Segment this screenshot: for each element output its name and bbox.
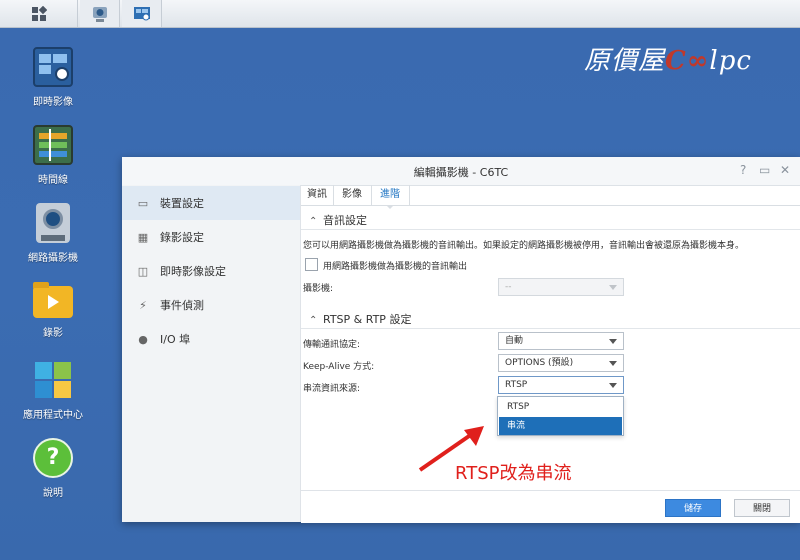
tab-bar: 資訊 影像 進階 — [301, 185, 800, 209]
live-view-icon — [33, 47, 73, 87]
ip-camera-icon — [92, 6, 107, 22]
window-titlebar[interactable]: 編輯攝影機 - C6TC ? ▭ ✕ — [122, 157, 800, 186]
audio-output-checkbox-label: 用網路攝影機做為攝影機的音訊輸出 — [323, 262, 468, 272]
audio-output-checkbox[interactable] — [305, 258, 318, 271]
sidebar-item-label: 即時影像設定 — [160, 265, 226, 278]
divider — [301, 229, 800, 230]
keepalive-select-value: OPTIONS (預設) — [505, 358, 574, 368]
sidebar-item-recording-settings[interactable]: ▦ 錄影設定 — [122, 220, 300, 254]
close-button[interactable]: 關閉 — [734, 499, 790, 517]
ip-camera-icon — [36, 203, 70, 243]
help-icon: ? — [33, 438, 73, 478]
annotation-text: RTSP改為串流 — [455, 463, 572, 484]
desktop-icon-label: 時間線 — [38, 175, 68, 186]
sidebar-item-label: I/O 埠 — [160, 333, 191, 346]
main-menu-icon — [31, 5, 47, 21]
taskbar-live-view-button[interactable] — [122, 0, 162, 27]
desktop-icon-recording[interactable]: 錄影 — [18, 282, 88, 339]
settings-sidebar: ▭ 裝置設定 ▦ 錄影設定 ◫ 即時影像設定 ⚡ 事件偵測 ● I/O 埠 — [122, 185, 301, 522]
sidebar-item-event-detection[interactable]: ⚡ 事件偵測 — [122, 288, 300, 322]
rtsp-section-header[interactable]: ⌃ RTSP & RTP 設定 — [309, 311, 411, 327]
lightning-icon: ⚡ — [139, 298, 147, 312]
help-icon[interactable]: ? — [740, 163, 746, 177]
dropdown-option-rtsp[interactable]: RTSP — [499, 398, 622, 416]
live-view-icon — [133, 6, 150, 20]
divider — [301, 328, 800, 329]
app-center-icon — [33, 360, 73, 400]
desktop-icon-label: 即時影像 — [33, 97, 73, 108]
camera-label: 攝影機: — [303, 284, 334, 294]
collapse-chevron-icon: ⌃ — [309, 315, 318, 326]
audio-description: 您可以用網路攝影機做為攝影機的音訊輸出。如果設定的網路攝影機被停用，音訊輸出會被… — [303, 241, 745, 251]
calendar-icon: ▦ — [137, 230, 149, 244]
maximize-icon[interactable]: ▭ — [759, 163, 770, 177]
keepalive-select[interactable]: OPTIONS (預設) — [498, 354, 624, 372]
sidebar-item-io-port[interactable]: ● I/O 埠 — [122, 322, 300, 356]
dialog-footer: 儲存 關閉 — [301, 490, 800, 523]
stream-source-label: 串流資訊來源: — [303, 384, 361, 394]
chevron-down-icon — [609, 383, 617, 388]
protocol-select-value: 自動 — [505, 336, 524, 346]
desktop-icon-label: 錄影 — [43, 328, 63, 339]
sidebar-item-label: 裝置設定 — [160, 197, 204, 210]
chevron-down-icon — [609, 361, 617, 366]
settings-content: 資訊 影像 進階 ⌃ 音訊設定 您可以用網路攝影機做為攝影機的音訊輸出。如果設定的… — [301, 185, 800, 490]
dropdown-option-stream[interactable]: 串流 — [499, 417, 622, 435]
sidebar-item-label: 事件偵測 — [160, 299, 204, 312]
taskbar-ip-camera-button[interactable] — [80, 0, 120, 27]
camera-select[interactable]: -- — [498, 278, 624, 296]
desktop-icon-label: 網路攝影機 — [28, 253, 78, 264]
sidebar-item-label: 錄影設定 — [160, 231, 204, 244]
sidebar-item-device-settings[interactable]: ▭ 裝置設定 — [122, 186, 300, 220]
close-icon[interactable]: ✕ — [780, 163, 790, 177]
desktop-icon-help[interactable]: ? 說明 — [18, 438, 88, 499]
io-port-icon: ● — [138, 332, 148, 346]
desktop-icon-app-center[interactable]: 應用程式中心 — [18, 360, 88, 421]
protocol-select[interactable]: 自動 — [498, 332, 624, 350]
desktop-icon-label: 說明 — [43, 488, 63, 499]
recording-folder-icon — [33, 282, 73, 318]
device-settings-icon: ▭ — [137, 196, 149, 210]
tab-advanced[interactable]: 進階 — [371, 185, 410, 209]
stream-source-dropdown: RTSP 串流 — [497, 396, 624, 436]
chevron-down-icon — [609, 339, 617, 344]
keepalive-label: Keep-Alive 方式: — [303, 362, 375, 372]
section-title: RTSP & RTP 設定 — [323, 313, 412, 326]
audio-section-header[interactable]: ⌃ 音訊設定 — [309, 212, 367, 228]
timeline-icon — [33, 125, 73, 165]
coolpc-logo: 原價屋C∞lpc — [584, 46, 752, 76]
taskbar — [0, 0, 800, 28]
chevron-down-icon — [609, 285, 617, 290]
protocol-label: 傳輸通訊協定: — [303, 340, 361, 350]
stream-source-select-value: RTSP — [505, 380, 528, 390]
stream-source-select[interactable]: RTSP — [498, 376, 624, 394]
sidebar-item-live-settings[interactable]: ◫ 即時影像設定 — [122, 254, 300, 288]
desktop-icon-live-view[interactable]: 即時影像 — [18, 47, 88, 108]
tab-image[interactable]: 影像 — [333, 185, 372, 205]
desktop-icon-timeline[interactable]: 時間線 — [18, 125, 88, 186]
collapse-chevron-icon: ⌃ — [309, 216, 318, 227]
desktop-icon-ip-camera[interactable]: 網路攝影機 — [18, 203, 88, 264]
main-menu-button[interactable] — [0, 0, 78, 27]
desktop: 即時影像 時間線 網路攝影機 錄影 應用程式中心 ? 說明 原價屋C∞lpc 編… — [0, 0, 800, 560]
window-title: 編輯攝影機 - C6TC — [413, 166, 509, 179]
tab-info[interactable]: 資訊 — [301, 185, 334, 205]
desktop-icon-label: 應用程式中心 — [23, 410, 83, 421]
save-button[interactable]: 儲存 — [665, 499, 721, 517]
section-title: 音訊設定 — [323, 214, 367, 227]
live-settings-icon: ◫ — [137, 264, 149, 278]
camera-select-value: -- — [505, 282, 512, 292]
